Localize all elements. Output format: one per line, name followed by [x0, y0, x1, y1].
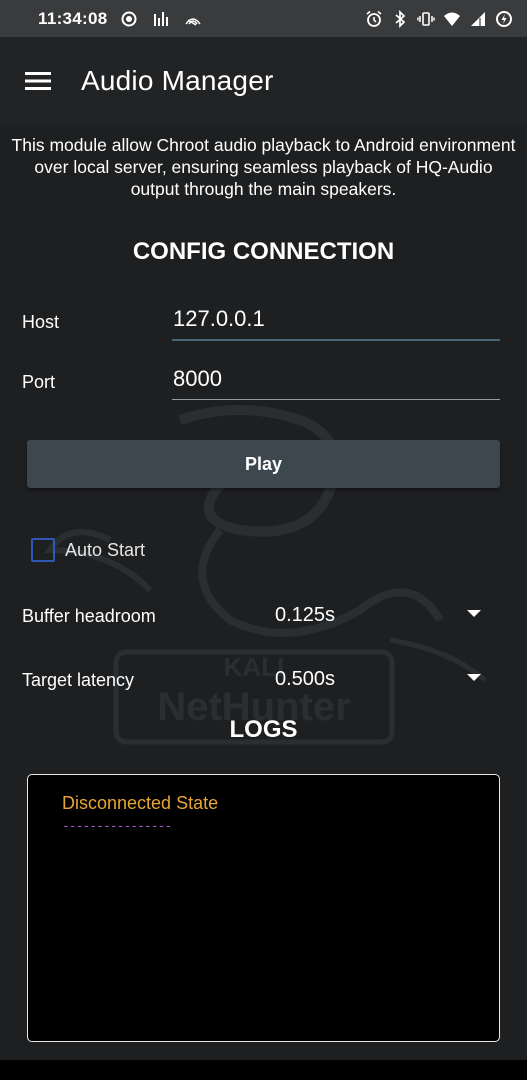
play-button[interactable]: Play [27, 440, 500, 488]
dropdown-arrow-icon [467, 610, 481, 617]
buffer-headroom-label: Buffer headroom [22, 606, 156, 626]
menu-button[interactable] [0, 37, 76, 125]
alarm-icon [365, 10, 383, 28]
port-input[interactable] [172, 358, 500, 400]
vibrate-icon [417, 10, 435, 28]
cast-icon [184, 10, 202, 28]
status-time: 11:34:08 [38, 8, 108, 28]
wifi-icon [443, 10, 461, 28]
target-latency-dropdown[interactable]: 0.500s [268, 661, 500, 697]
log-separator: ---------------- [62, 819, 172, 834]
app-title: Audio Manager [81, 65, 274, 96]
checkbox-box[interactable] [31, 538, 55, 562]
record-icon [120, 10, 138, 28]
status-right-icons [365, 9, 513, 28]
kali-nethunter-watermark: KALI NetHunter [44, 405, 487, 745]
log-state-text: Disconnected State [62, 793, 219, 813]
app-bar: Audio Manager [0, 37, 527, 125]
bluetooth-icon [391, 9, 409, 28]
signal-bars-icon [152, 10, 170, 28]
auto-start-checkbox[interactable]: Auto Start [31, 538, 145, 562]
host-label: Host [22, 312, 60, 332]
config-connection-heading: CONFIG CONNECTION [132, 238, 395, 265]
port-label: Port [22, 372, 56, 392]
status-bar: 11:34:08 [0, 0, 527, 37]
logs-heading: LOGS [229, 716, 298, 743]
dropdown-arrow-icon [467, 674, 481, 681]
target-latency-value: 0.500s [275, 667, 336, 690]
buffer-headroom-value: 0.125s [275, 603, 336, 626]
buffer-headroom-dropdown[interactable]: 0.125s [268, 597, 500, 633]
host-input[interactable] [172, 299, 500, 341]
battery-saver-icon [495, 10, 513, 28]
logs-panel[interactable]: Disconnected State ---------------- [27, 774, 500, 1042]
cell-signal-icon [469, 10, 487, 28]
status-left-icons [120, 10, 202, 28]
module-description: This module allow Chroot audio playback … [11, 135, 516, 199]
audio-manager-screen: 11:34:08 Audio Manager KALI NetHunter Th… [0, 0, 527, 1080]
target-latency-label: Target latency [22, 670, 135, 690]
navigation-bar [0, 1060, 527, 1080]
auto-start-label: Auto Start [65, 539, 146, 560]
hamburger-menu-icon [25, 72, 51, 90]
